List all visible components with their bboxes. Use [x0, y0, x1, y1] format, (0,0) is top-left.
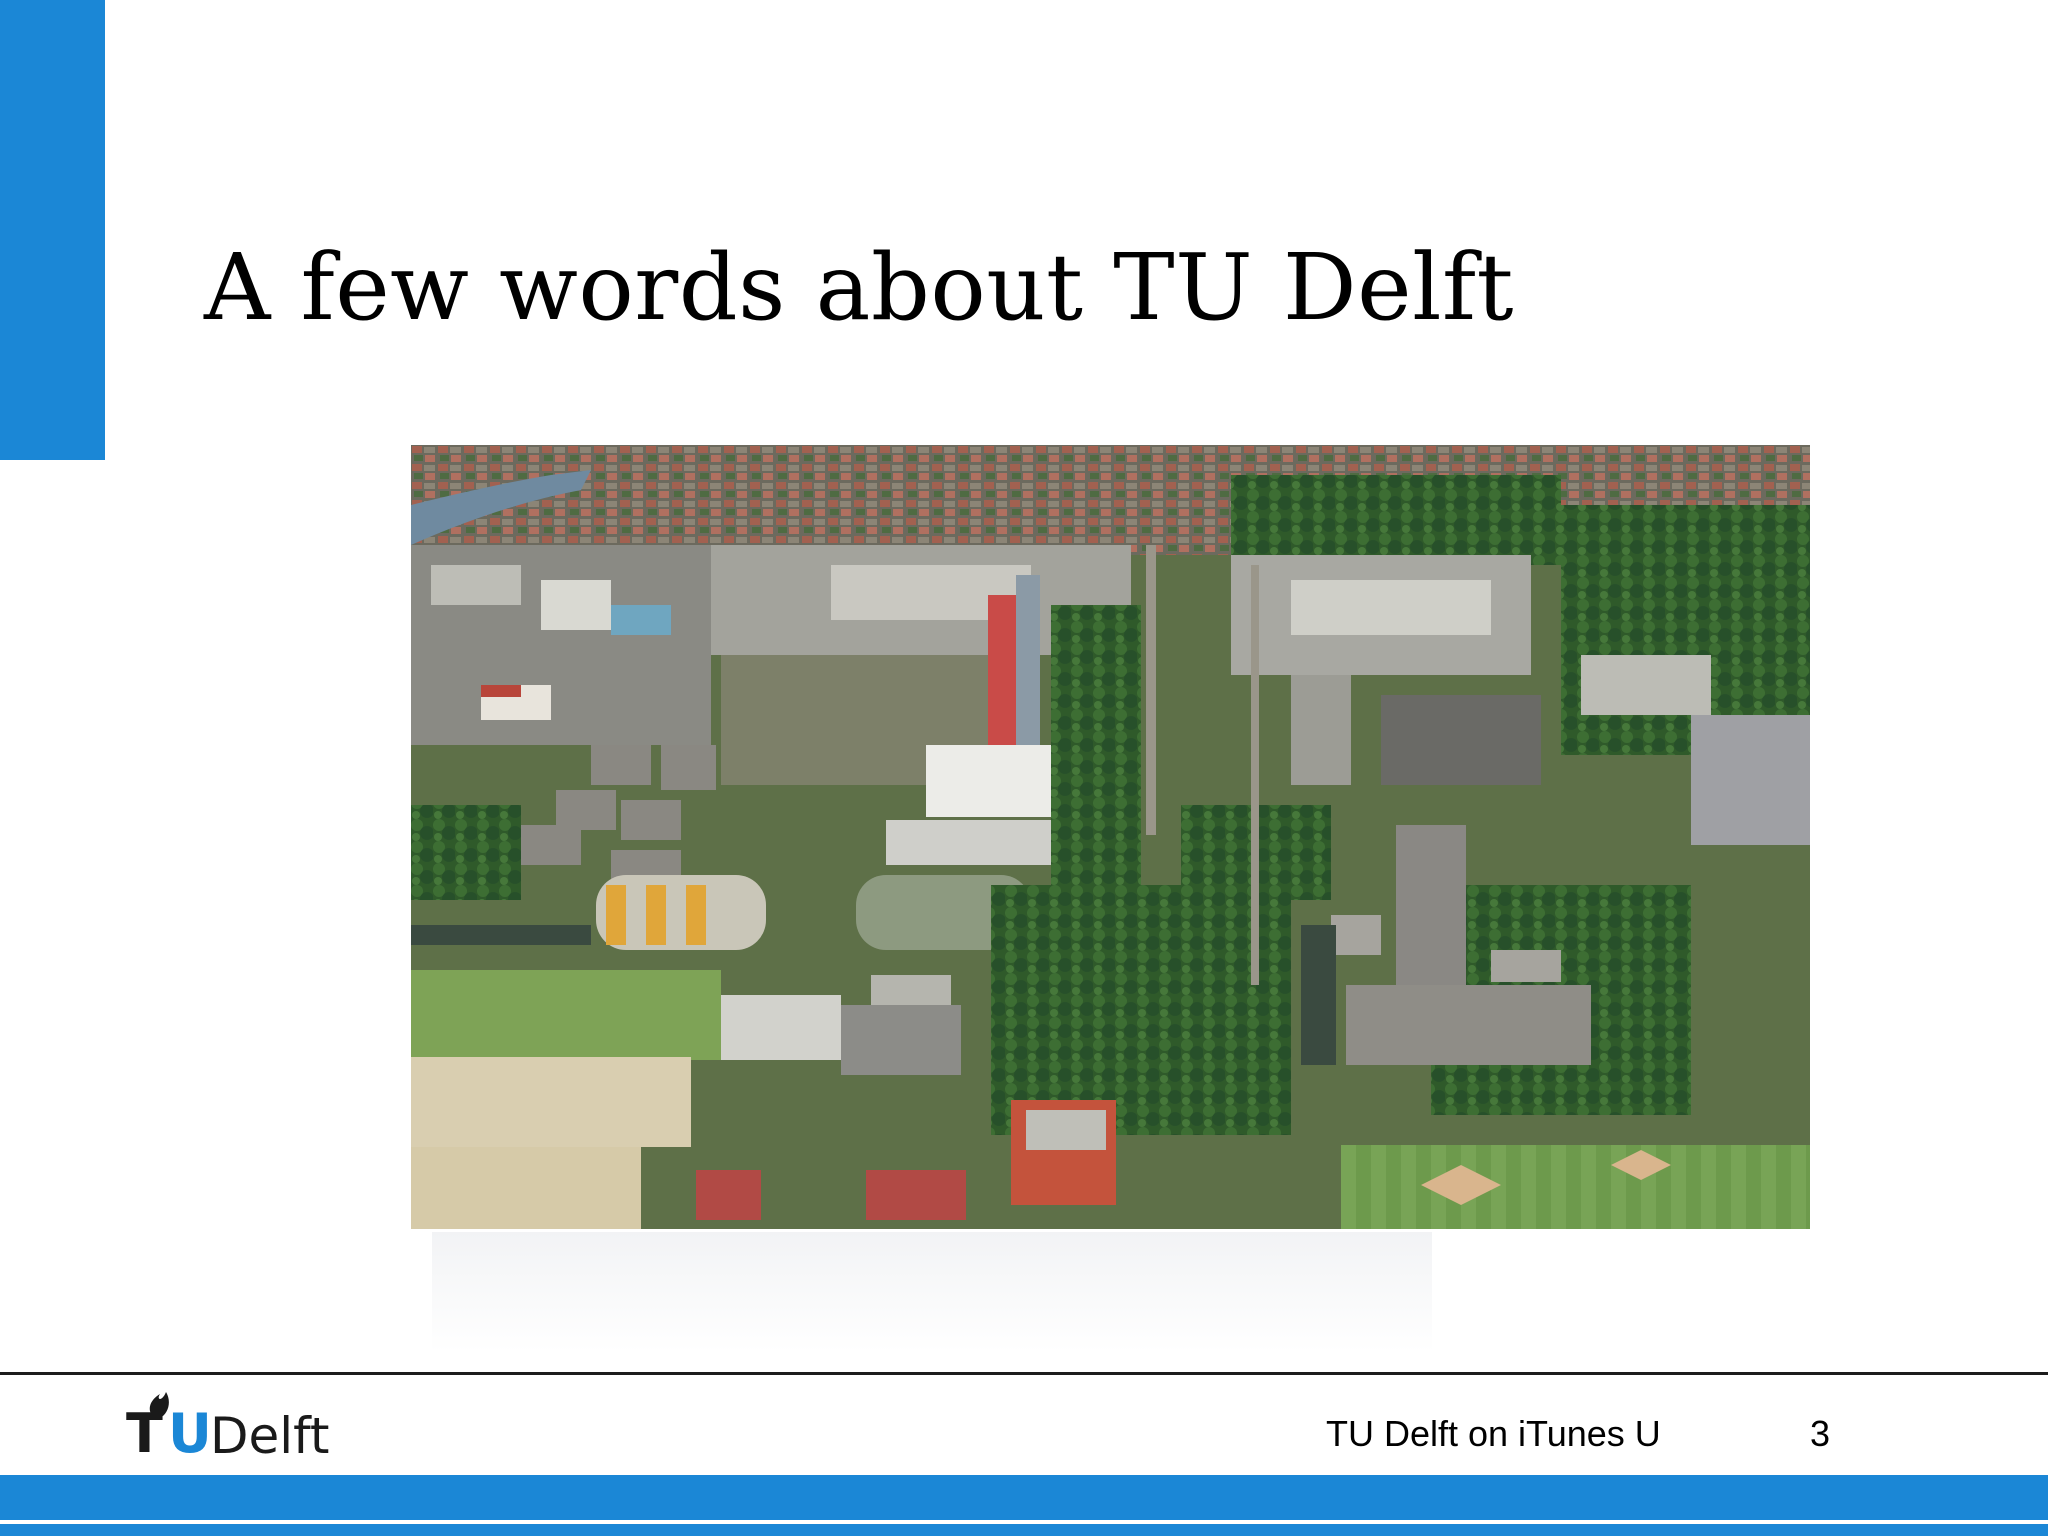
footer-divider — [0, 1372, 2048, 1375]
photo-reflection — [432, 1232, 1432, 1352]
logo-wordmark: Delft — [210, 1407, 330, 1465]
footer-band — [0, 1475, 2048, 1520]
footer-bottom-line — [0, 1524, 2048, 1536]
page-number: 3 — [1810, 1413, 1831, 1454]
tudelft-logo: T U Delft — [126, 1384, 386, 1465]
logo-letter-u: U — [168, 1402, 212, 1465]
logo-letter-t: T — [126, 1402, 163, 1465]
slide-title: A few words about TU Delft — [204, 234, 1515, 341]
title-accent-bar — [0, 0, 105, 460]
footer-label: TU Delft on iTunes U — [1326, 1413, 1661, 1454]
campus-aerial-photo — [411, 445, 1810, 1229]
campus-aerial-illustration — [411, 445, 1810, 1229]
